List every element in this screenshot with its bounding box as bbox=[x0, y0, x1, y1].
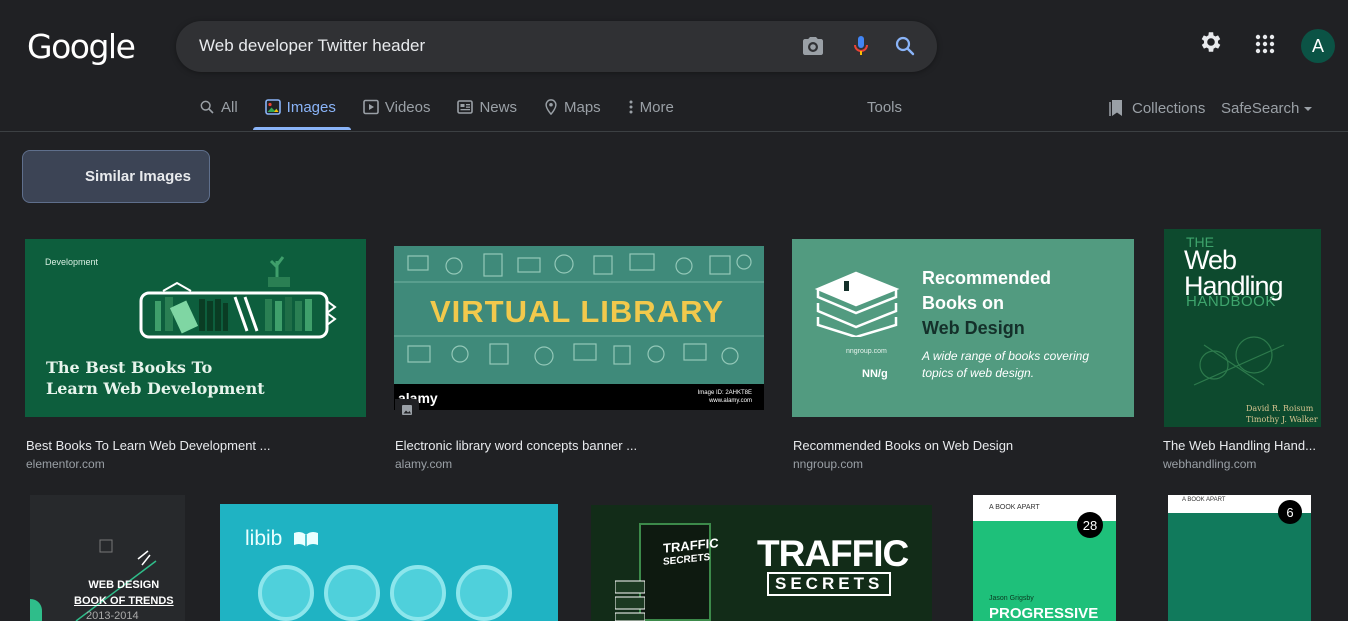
thumb-handbook: HANDBOOK bbox=[1186, 293, 1276, 310]
thumb-title: Recommended Books on Web Design bbox=[922, 268, 1052, 338]
tools-button[interactable]: Tools bbox=[867, 99, 902, 116]
issue-number: 6 bbox=[1278, 500, 1302, 524]
safesearch-dropdown[interactable]: SafeSearch bbox=[1221, 100, 1313, 117]
open-book-icon bbox=[292, 530, 320, 553]
google-logo[interactable]: Google bbox=[27, 27, 136, 66]
thumb-title: TRAFFIC bbox=[757, 533, 909, 574]
result-source-1[interactable]: elementor.com bbox=[26, 457, 105, 471]
result-thumbnail-1[interactable]: Development The Best Books To Learn Web … bbox=[25, 239, 366, 417]
tab-news[interactable]: News bbox=[457, 96, 517, 118]
roller-sketch bbox=[1193, 336, 1285, 386]
collections-button[interactable]: Collections bbox=[1109, 99, 1205, 117]
publisher-label: A BOOK APART bbox=[1182, 497, 1226, 503]
tab-more[interactable]: More bbox=[628, 96, 674, 118]
issue-number: 28 bbox=[1077, 512, 1103, 538]
image-badge-icon bbox=[395, 399, 419, 421]
image-icon bbox=[264, 99, 281, 115]
tab-label: More bbox=[639, 98, 674, 116]
similar-images-button[interactable]: Similar Images bbox=[22, 150, 210, 203]
book-title: PROGRESSIVE bbox=[989, 605, 1099, 621]
feature-circle-movies bbox=[390, 565, 446, 621]
thumb-headline: VIRTUAL LIBRARY bbox=[430, 294, 724, 329]
play-icon bbox=[363, 99, 379, 115]
publisher-label: A BOOK APART bbox=[989, 504, 1040, 511]
more-vert-icon bbox=[629, 100, 633, 114]
tab-label: Videos bbox=[384, 98, 431, 116]
search-icon[interactable] bbox=[892, 33, 918, 59]
result-thumbnail-9[interactable]: A BOOK APART 6 bbox=[1168, 495, 1311, 621]
result-title-1[interactable]: Best Books To Learn Web Development ... bbox=[26, 438, 356, 453]
result-thumbnail-8[interactable]: A BOOK APART 28 Jason Grigsby PROGRESSIV… bbox=[973, 495, 1116, 621]
result-title-2[interactable]: Electronic library word concepts banner … bbox=[395, 438, 755, 453]
result-title-3[interactable]: Recommended Books on Web Design bbox=[793, 438, 1133, 453]
active-tab-indicator bbox=[253, 127, 351, 130]
collections-label: Collections bbox=[1132, 99, 1206, 117]
thumb-brand: NN/g bbox=[862, 368, 888, 380]
tab-label: Images bbox=[286, 98, 336, 116]
thumb-title: WEB DESIGN BOOK OF TRENDS bbox=[74, 579, 174, 607]
tab-label: All bbox=[221, 98, 238, 116]
header-divider bbox=[0, 131, 1348, 132]
apps-grid-icon[interactable] bbox=[1254, 33, 1276, 60]
search-box[interactable]: Web developer Twitter header bbox=[176, 21, 937, 72]
result-thumbnail-6[interactable]: libib bbox=[220, 504, 558, 621]
libib-logo: libib bbox=[245, 527, 283, 550]
result-thumbnail-3[interactable]: nngroup.com NN/g Recommended Books on We… bbox=[792, 239, 1134, 417]
result-source-4[interactable]: webhandling.com bbox=[1163, 457, 1256, 471]
bookmark-icon bbox=[1109, 100, 1122, 116]
microphone-icon[interactable] bbox=[848, 33, 874, 59]
bookshelf-illustration bbox=[139, 256, 337, 339]
feature-circle-games bbox=[456, 565, 512, 621]
result-title-4[interactable]: The Web Handling Hand... bbox=[1163, 438, 1323, 453]
thumb-title: The Best Books To Learn Web Development bbox=[46, 358, 265, 398]
thumb-site: nngroup.com bbox=[846, 348, 887, 355]
book-stack bbox=[615, 580, 645, 621]
tab-all[interactable]: All bbox=[199, 96, 238, 118]
thumb-authors: David R. Roisum Timothy J. Walker bbox=[1246, 404, 1318, 424]
safesearch-label: SafeSearch bbox=[1221, 100, 1300, 117]
settings-gear-icon[interactable] bbox=[1198, 29, 1224, 60]
thumb-subtitle: A wide range of books covering topics of… bbox=[922, 349, 1089, 380]
result-thumbnail-2[interactable]: VIRTUAL LIBRARY alamy Image ID: 2AHKT8E … bbox=[394, 246, 764, 410]
book-cover-title: TRAFFIC SECRETS bbox=[663, 535, 719, 568]
tab-videos[interactable]: Videos bbox=[363, 96, 431, 118]
thumb-year: 2013-2014 bbox=[86, 610, 139, 621]
tab-maps[interactable]: Maps bbox=[544, 96, 601, 118]
books-stack-icon bbox=[814, 271, 900, 337]
tab-label: Maps bbox=[563, 98, 601, 116]
search-icon bbox=[200, 100, 214, 114]
cover-green bbox=[1168, 513, 1311, 621]
result-thumbnail-5[interactable]: WEB DESIGN BOOK OF TRENDS 2013-2014 bbox=[30, 495, 185, 621]
map-pin-icon bbox=[545, 99, 557, 115]
camera-icon[interactable] bbox=[800, 33, 826, 59]
tab-label: News bbox=[479, 98, 517, 116]
result-thumbnail-7[interactable]: TRAFFIC SECRETS TRAFFIC SECRETS bbox=[591, 505, 932, 621]
similar-images-label: Similar Images bbox=[85, 168, 191, 185]
account-avatar[interactable]: A bbox=[1301, 29, 1335, 63]
feature-circle-music bbox=[324, 565, 380, 621]
tab-images[interactable]: Images bbox=[264, 96, 336, 118]
thumb-tag: Development bbox=[45, 257, 99, 267]
caret-down-icon bbox=[1304, 106, 1313, 111]
author-name: Jason Grigsby bbox=[989, 595, 1034, 602]
feature-circle-books bbox=[258, 565, 314, 621]
image-id: Image ID: 2AHKT8E www.alamy.com bbox=[697, 390, 752, 404]
result-source-3[interactable]: nngroup.com bbox=[793, 457, 863, 471]
search-input[interactable]: Web developer Twitter header bbox=[199, 36, 425, 56]
result-thumbnail-4[interactable]: THE Web Handling HANDBOOK David R. Roisu… bbox=[1164, 229, 1321, 427]
newspaper-icon bbox=[457, 100, 474, 114]
thumb-title: Web Handling bbox=[1184, 245, 1284, 301]
thumb-subtitle: SECRETS bbox=[767, 572, 892, 596]
result-source-2[interactable]: alamy.com bbox=[395, 457, 452, 471]
